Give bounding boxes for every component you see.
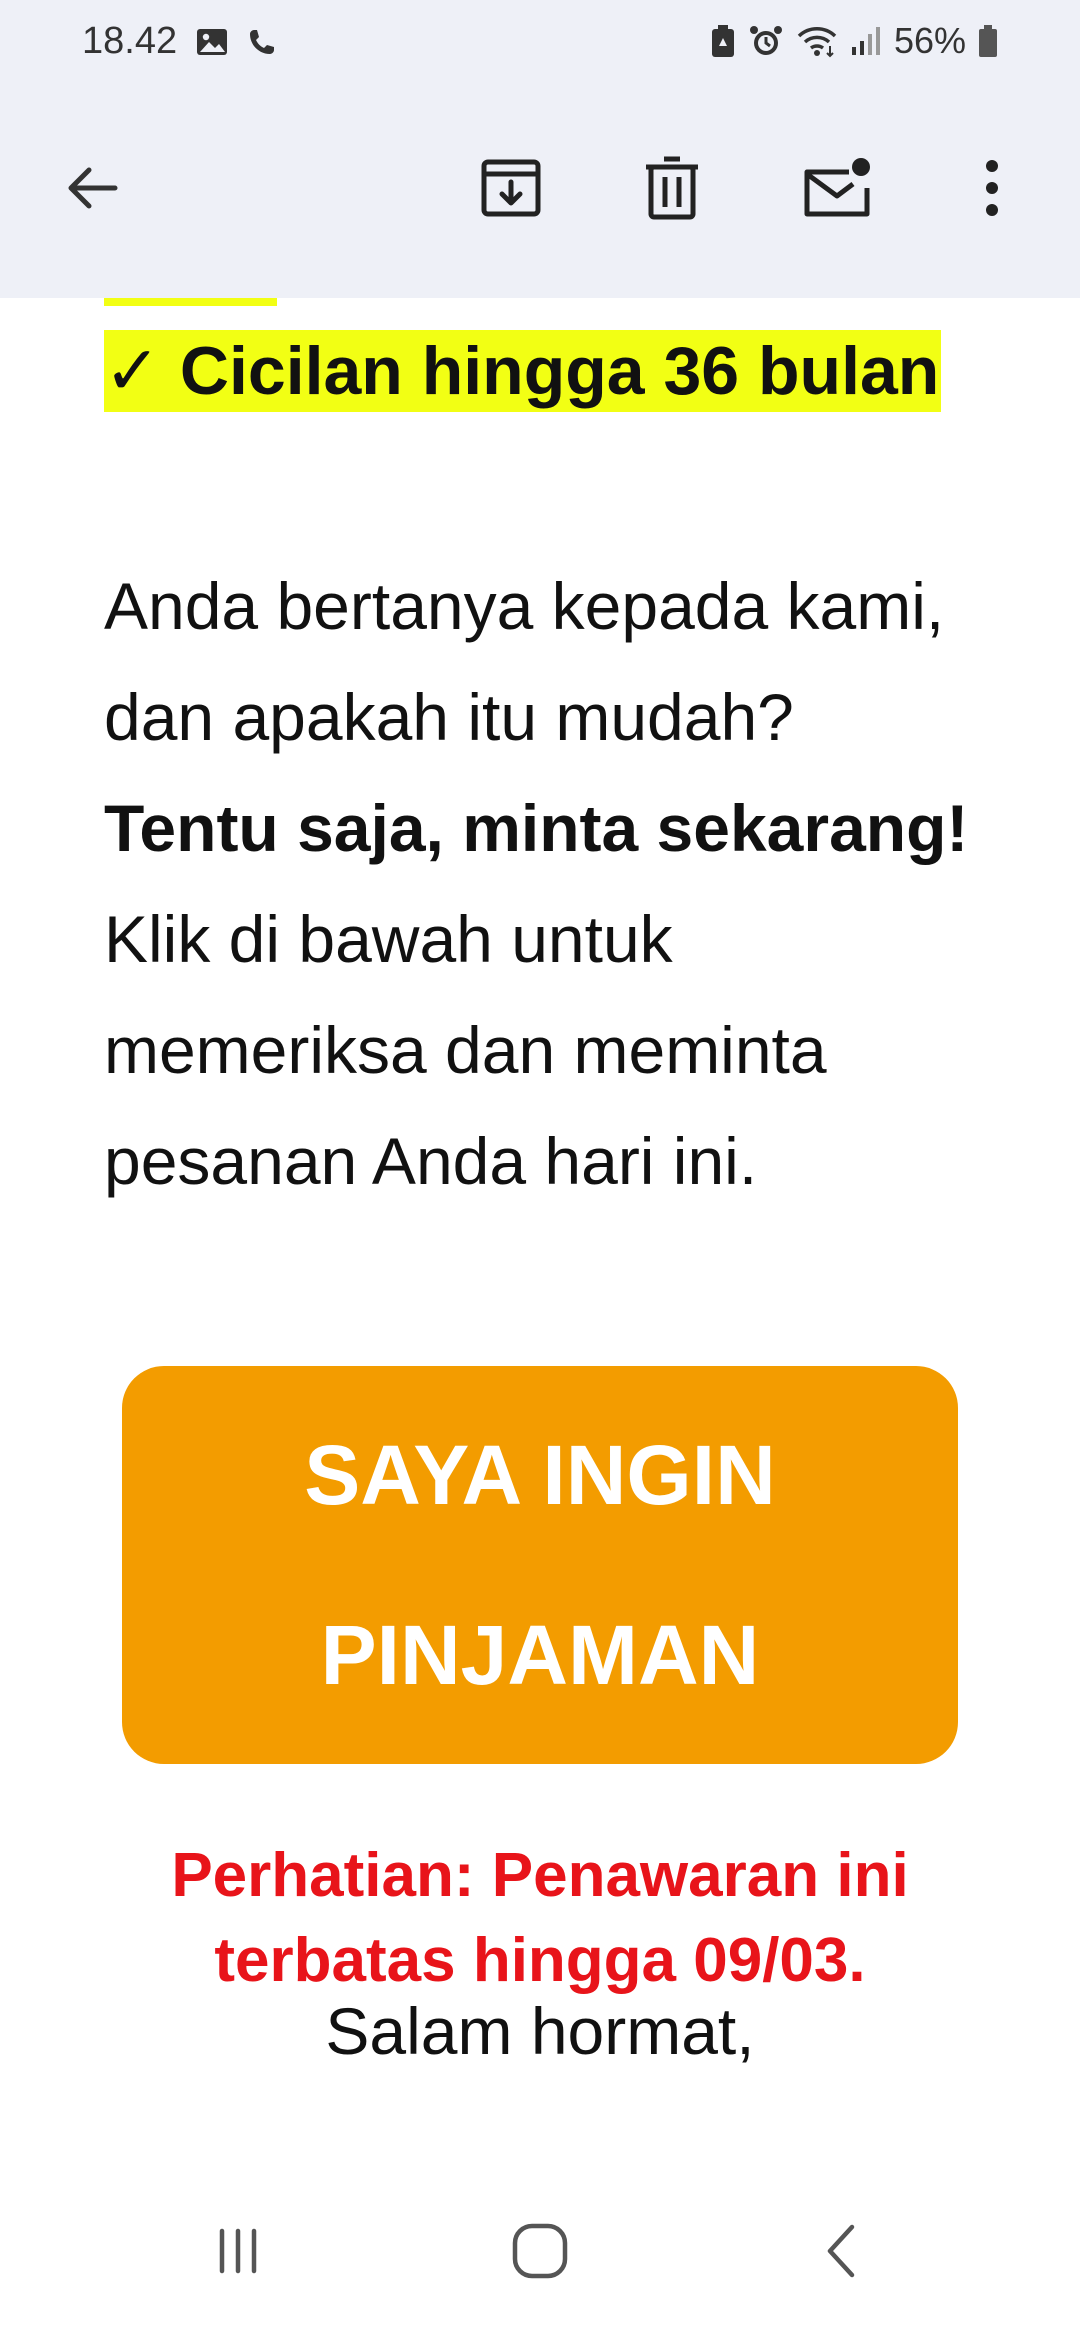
- highlight-fragment: [104, 298, 277, 306]
- gallery-notification-icon: [195, 27, 229, 57]
- paragraph-intro: Anda bertanya kepada kami, dan apakah it…: [104, 569, 945, 754]
- archive-button[interactable]: [456, 130, 566, 250]
- alarm-icon: [748, 23, 784, 59]
- apply-loan-button[interactable]: SAYA INGIN PINJAMAN: [122, 1366, 958, 1764]
- recents-button[interactable]: [158, 2188, 318, 2318]
- phone-call-icon: [247, 27, 277, 57]
- back-button[interactable]: [36, 130, 146, 250]
- system-nav-bar: [0, 2188, 1080, 2340]
- mail-unread-icon: [801, 156, 873, 225]
- body-paragraph: Anda bertanya kepada kami, dan apakah it…: [104, 551, 984, 1217]
- status-left: 18.42: [82, 20, 277, 63]
- apply-loan-button-label: SAYA INGIN PINJAMAN: [304, 1428, 776, 1702]
- battery-saver-icon: [710, 24, 736, 58]
- home-icon: [510, 2221, 570, 2286]
- status-bar: 18.42 56%: [0, 0, 1080, 86]
- more-options-button[interactable]: [937, 130, 1047, 250]
- status-right: 56%: [710, 20, 998, 62]
- wifi-icon: [796, 24, 838, 58]
- paragraph-instruction: Klik di bawah untuk memeriksa dan memint…: [104, 902, 827, 1198]
- nav-back-button[interactable]: [762, 2188, 922, 2318]
- signal-icon: [850, 25, 882, 57]
- back-arrow-icon: [61, 158, 121, 223]
- benefit-installments: ✓ Cicilan hingga 36 bulan: [104, 330, 942, 412]
- paragraph-emphasis: Tentu saja, minta sekarang!: [104, 791, 969, 865]
- nav-back-icon: [820, 2221, 864, 2286]
- more-vert-icon: [982, 156, 1002, 225]
- mark-unread-button[interactable]: [782, 130, 892, 250]
- status-time: 18.42: [82, 20, 178, 62]
- closing-salutation: Salam hormat,: [325, 1994, 755, 2068]
- delete-button[interactable]: [617, 130, 727, 250]
- battery-percent: 56%: [893, 20, 966, 61]
- trash-icon: [642, 155, 702, 226]
- recents-icon: [210, 2223, 266, 2284]
- email-toolbar: [0, 130, 1080, 250]
- home-button[interactable]: [460, 2188, 620, 2318]
- offer-deadline-notice: Perhatian: Penawaran ini terbatas hingga…: [171, 1841, 909, 1995]
- email-body: ✓ Cicilan hingga 36 bulan Anda bertanya …: [0, 298, 1080, 2188]
- battery-icon: [978, 24, 998, 58]
- archive-icon: [479, 156, 543, 225]
